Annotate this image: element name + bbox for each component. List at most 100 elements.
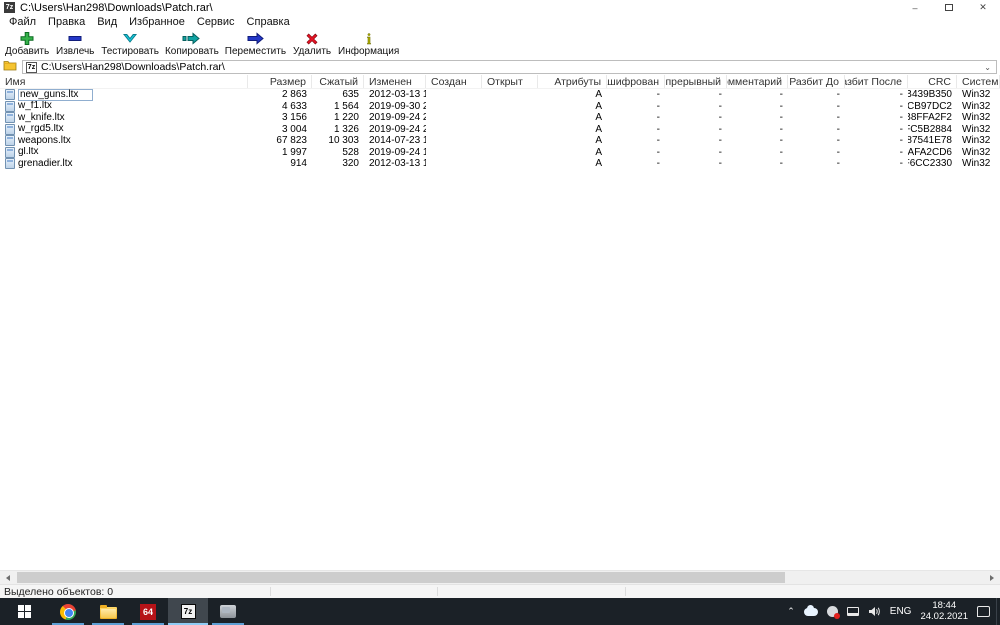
menu-item-edit[interactable]: Правка — [42, 16, 91, 28]
address-dropdown-icon[interactable]: ⌄ — [984, 63, 993, 72]
file-row-w_rgd5.ltx[interactable]: w_rgd5.ltx 3 004 1 326 2019-09-24 22:14 A - - -… — [0, 123, 1000, 136]
show-desktop-button[interactable] — [996, 598, 1000, 625]
file-row-new_guns.ltx[interactable]: new_guns.ltx 2 863 635 2012-03-13 16:28 A - - -… — [0, 89, 1000, 101]
delete-button[interactable]: Удалить — [289, 31, 335, 57]
start-button[interactable] — [0, 598, 48, 625]
maximize-icon — [945, 4, 953, 11]
taskbar-app-aida64[interactable]: 64 — [128, 598, 168, 625]
column-header-encrypted[interactable]: Зашифрован — [607, 75, 665, 88]
info-button[interactable]: i Информация — [335, 31, 402, 57]
file-row-gl.ltx[interactable]: gl.ltx1 9975282019-09-24 16:15A-----FAFA… — [0, 146, 1000, 159]
file-cell-split_after: - — [899, 89, 903, 101]
action-center-icon[interactable] — [977, 606, 990, 617]
menu-item-help[interactable]: Справка — [241, 16, 296, 28]
taskbar-app-chrome[interactable] — [48, 598, 88, 625]
column-header-solid[interactable]: Непрерывный — [665, 75, 727, 88]
selected-objects-status: Выделено объектов: 0 — [4, 585, 114, 598]
close-button[interactable]: ✕ — [966, 0, 1000, 15]
file-cell-crc: B8FFA2F2 — [908, 112, 952, 124]
file-cell-system: Win32 — [962, 146, 991, 158]
file-cell-split_after: - — [899, 135, 903, 147]
file-row-weapons.ltx[interactable]: weapons.ltx 67 823 10 303 2014-07-23 19:25 A… — [0, 135, 1000, 147]
menu-item-view[interactable]: Вид — [91, 16, 123, 28]
scrollbar-thumb[interactable] — [17, 572, 785, 583]
file-cell-encrypted: - — [656, 146, 660, 158]
file-cell-system: Win32 — [962, 112, 991, 124]
column-header-modified[interactable]: Изменен — [364, 75, 426, 88]
menu-item-tools[interactable]: Сервис — [191, 16, 241, 28]
add-button[interactable]: Добавить — [2, 31, 52, 57]
column-header-name[interactable]: Имя — [0, 75, 248, 88]
horizontal-scrollbar[interactable] — [0, 570, 1000, 584]
taskbar-app-messenger[interactable] — [208, 598, 248, 625]
column-header-system[interactable]: Система — [957, 75, 1000, 88]
file-cell-split_after: - — [899, 100, 903, 112]
minimize-button[interactable]: – — [898, 0, 932, 15]
file-cell-encrypted: - — [656, 158, 660, 170]
file-cell-comment: - — [779, 112, 783, 124]
scroll-right-arrow-icon[interactable] — [984, 571, 1000, 584]
menu-item-favorites[interactable]: Избранное — [123, 16, 191, 28]
column-header-crc[interactable]: CRC — [908, 75, 957, 88]
file-row-grenadier.ltx[interactable]: grenadier.ltx 914 320 2012-03-13 16:23 A - - - -… — [0, 158, 1000, 170]
column-header-split_after[interactable]: Разбит После — [845, 75, 908, 88]
file-cell-crc: FAFA2CD6 — [908, 146, 952, 158]
file-cell-split_before: - — [836, 135, 840, 147]
onedrive-cloud-icon[interactable] — [803, 604, 818, 616]
address-path: C:\Users\Han298\Downloads\Patch.rar\ — [41, 61, 225, 73]
tray-app-badge-icon[interactable] — [826, 606, 840, 619]
file-type-icon — [5, 112, 15, 124]
file-cell-split_before: - — [836, 146, 840, 158]
column-header-packed[interactable]: Сжатый — [312, 75, 364, 88]
taskbar-clock[interactable]: 18:44 24.02.2021 — [920, 600, 968, 622]
folder-up-icon[interactable] — [3, 58, 17, 76]
delete-x-icon — [304, 31, 320, 46]
file-cell-packed: 1 220 — [333, 112, 359, 124]
file-name: w_rgd5.ltx — [18, 123, 64, 135]
menu-item-file[interactable]: Файл — [3, 16, 42, 28]
file-cell-solid: - — [718, 135, 722, 147]
column-header-opened[interactable]: Открыт — [482, 75, 538, 88]
file-cell-attrs: A — [595, 100, 602, 112]
file-cell-packed: 1 326 — [333, 123, 359, 135]
file-list: new_guns.ltx2 8636352012-03-13 16:28A---… — [0, 89, 1000, 570]
title-bar: 7z C:\Users\Han298\Downloads\Patch.rar\ … — [0, 0, 1000, 15]
file-cell-split_before: - — [836, 158, 840, 170]
column-header-created[interactable]: Создан — [426, 75, 482, 88]
file-row-w_knife.ltx[interactable]: w_knife.ltx 3 156 1 220 2019-09-24 22:14 A - -… — [0, 112, 1000, 124]
file-cell-crc: B439B350 — [908, 89, 952, 101]
column-header-size[interactable]: Размер — [248, 75, 312, 88]
file-cell-name: new_guns.ltx — [0, 89, 248, 101]
file-cell-split_before: - — [836, 89, 840, 101]
file-cell-attrs: A — [595, 135, 602, 147]
column-header-comment[interactable]: Комментарий — [727, 75, 788, 88]
test-button[interactable]: Тестировать — [98, 31, 162, 57]
network-icon[interactable] — [846, 607, 859, 616]
maximize-button[interactable] — [932, 0, 966, 15]
file-cell-modified: 2014-07-23 19:25 — [369, 135, 426, 147]
extract-button[interactable]: Извлечь — [52, 31, 98, 57]
file-cell-split_before: - — [836, 123, 840, 135]
column-header-split_before[interactable]: Разбит До — [788, 75, 845, 88]
file-name: w_knife.ltx — [18, 112, 65, 123]
7zip-app-icon: 7z — [4, 2, 15, 13]
file-cell-encrypted: - — [656, 100, 660, 112]
file-cell-comment: - — [779, 123, 783, 135]
move-button[interactable]: Переместить — [222, 31, 289, 57]
file-row-w_f1.ltx[interactable]: w_f1.ltx 4 633 1 564 2019-09-30 21:31 A - - - - -… — [0, 100, 1000, 113]
taskbar-app-7zip[interactable]: 7z — [168, 598, 208, 625]
svg-text:i: i — [367, 32, 371, 47]
windows-logo-icon — [17, 605, 31, 618]
file-cell-comment: - — [779, 146, 783, 158]
file-cell-encrypted: - — [656, 123, 660, 135]
file-cell-comment: - — [779, 100, 783, 112]
scroll-left-arrow-icon[interactable] — [0, 571, 16, 584]
tray-expand-icon[interactable]: ⌃ — [787, 606, 795, 617]
file-type-icon — [5, 100, 15, 112]
taskbar-app-explorer[interactable] — [88, 598, 128, 625]
language-indicator[interactable]: ENG — [890, 606, 912, 617]
address-combobox[interactable]: 7z C:\Users\Han298\Downloads\Patch.rar\ … — [22, 60, 997, 74]
speaker-icon[interactable] — [868, 606, 881, 617]
column-header-attrs[interactable]: Атрибуты — [538, 75, 607, 88]
copy-button[interactable]: Копировать — [162, 31, 222, 57]
